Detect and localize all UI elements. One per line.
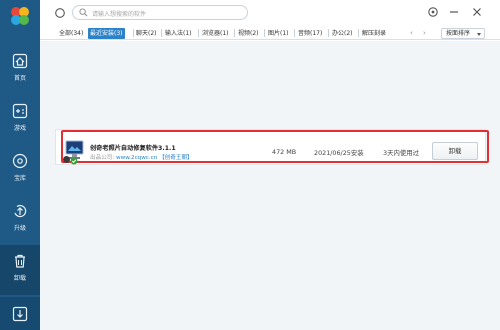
install-date: 2021/06/25安装 [314,149,364,157]
tab-divider [198,29,199,37]
trash-icon [15,254,25,268]
sidebar-item-label: 首页 [13,75,26,82]
minimize-icon[interactable] [448,6,460,18]
publisher-link[interactable]: www.2cqwc.cn [116,155,157,161]
publisher-label: 出品公司: [90,155,117,161]
upgrade-icon [14,204,27,218]
uninstall-button[interactable]: 卸载 [432,142,478,160]
sidebar-item-upgrade[interactable]: 升级 [0,195,40,245]
sidebar-item-download[interactable] [0,297,40,330]
search-icon [79,8,88,17]
tab-input-method[interactable]: 输入法(1) [165,28,192,39]
tab-prev-button[interactable]: ‹ [410,28,413,39]
sidebar-item-label: 游戏 [13,125,26,132]
tab-divider [328,29,329,37]
tab-divider [294,29,295,37]
tab-divider [358,29,359,37]
sidebar-item-label: 升级 [13,225,26,232]
last-used: 3天内使用过 [383,149,420,157]
tab-image[interactable]: 图片(1) [268,28,289,39]
app-list-area [40,41,500,330]
sort-dropdown[interactable]: 按面排序 [441,28,485,39]
sidebar-item-label: 卸载 [13,275,26,282]
tab-video[interactable]: 视频(2) [238,28,259,39]
gamepad-icon [12,103,28,119]
settings-icon[interactable] [427,6,439,18]
app-size: 472 MB [272,148,297,156]
sidebar-item-label: 宝库 [13,175,26,182]
tab-divider [264,29,265,37]
tab-divider [161,29,162,37]
tab-divider [133,29,134,37]
tab-next-button[interactable]: › [423,28,426,39]
app-name: 创奇老照片自动修复软件3.1.1 [90,145,176,152]
sort-label: 按面排序 [446,30,471,37]
disc-icon [12,153,28,169]
search-input[interactable]: 请输入想搜索的软件 [72,5,248,20]
app-logo-icon [11,7,29,25]
search-placeholder: 请输入想搜索的软件 [92,11,147,18]
sidebar-item-library[interactable]: 宝库 [0,145,40,195]
sidebar-item-uninstall[interactable]: 卸载 [0,245,40,295]
tab-all[interactable]: 全部(34) [59,28,83,39]
refresh-icon[interactable] [54,7,66,19]
sidebar: 首页 游戏 宝库 升级 卸载 [0,0,40,330]
app-publisher: 出品公司: www.2cqwc.cn 【创奇王朝】 [90,153,193,161]
chevron-down-icon [477,33,481,36]
download-icon [12,306,28,322]
tab-chat[interactable]: 聊天(2) [136,28,157,39]
home-icon [12,53,28,69]
app-icon [63,140,84,165]
category-tabs: 全部(34) 最近安装(3) 聊天(2) 输入法(1) 浏览器(1) 视频(2)… [40,26,500,40]
tab-audio[interactable]: 音频(17) [298,28,322,39]
close-icon[interactable] [471,6,483,18]
tab-recent[interactable]: 最近安装(3) [88,28,125,39]
publisher-name-link[interactable]: 【创奇王朝】 [159,155,193,161]
tab-browser[interactable]: 浏览器(1) [202,28,229,39]
tab-divider [234,29,235,37]
top-bar: 请输入想搜索的软件 [40,0,500,26]
tab-office[interactable]: 办公(2) [332,28,353,39]
tab-compress[interactable]: 解压刻录 [362,28,386,39]
sidebar-item-home[interactable]: 首页 [0,45,40,95]
sidebar-item-games[interactable]: 游戏 [0,95,40,145]
